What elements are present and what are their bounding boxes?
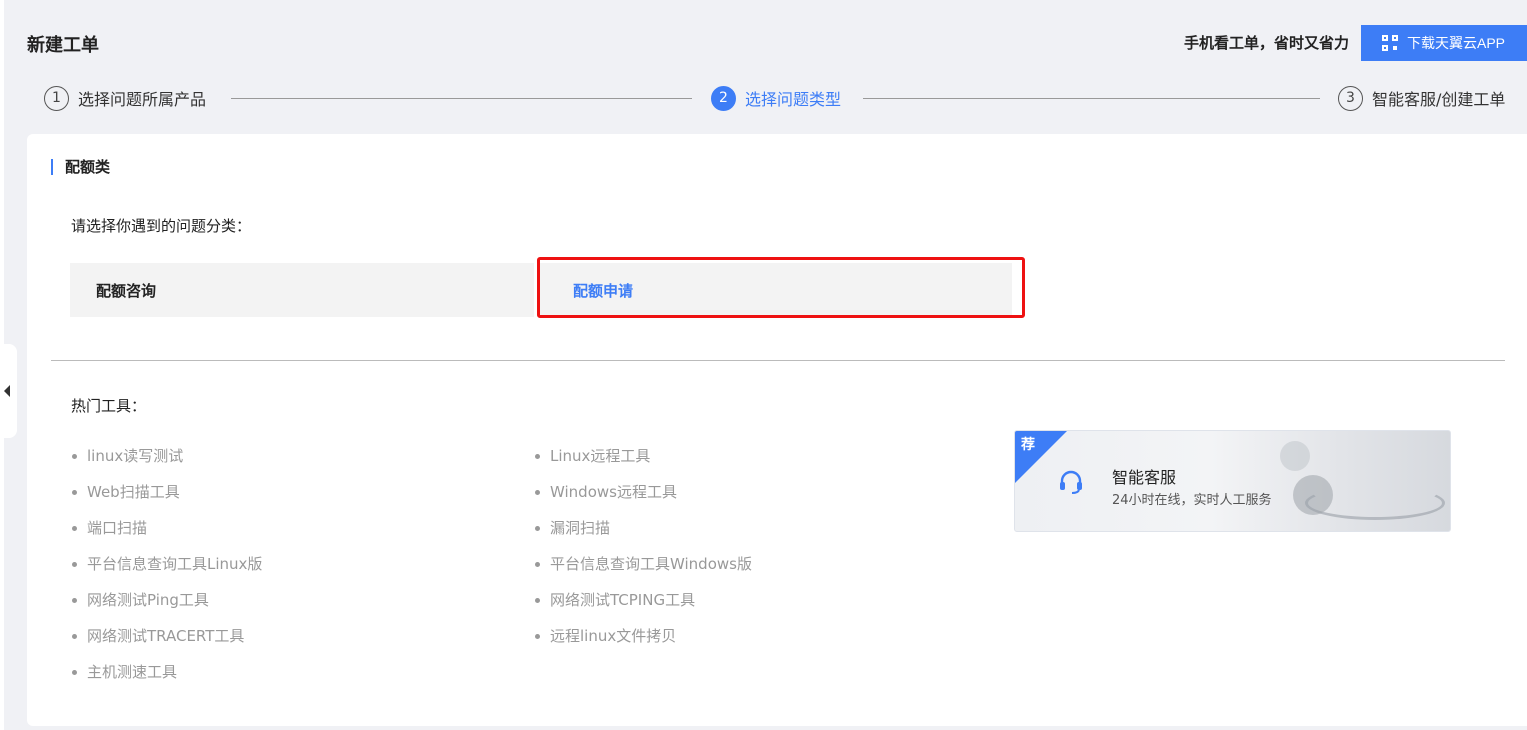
page-title: 新建工单 [27,35,99,56]
smart-service-card[interactable]: 荐 智能客服 24小时在线，实时人工服务 [1014,430,1451,532]
tools-list-left: linux读写测试 Web扫描工具 端口扫描 平台信息查询工具Linux版 网络… [72,438,262,690]
smart-service-title: 智能客服 [1112,468,1177,487]
step-1-label: 选择问题所属产品 [78,90,207,109]
step-connector-1 [231,98,692,99]
step-2-label: 选择问题类型 [745,90,842,109]
card-background-decoration [1305,486,1445,520]
recommend-badge-label: 荐 [1021,437,1035,453]
option-quota-apply[interactable]: 配额申请 [537,263,1012,317]
tool-link[interactable]: 端口扫描 [72,510,262,546]
tool-link[interactable]: 漏洞扫描 [535,510,752,546]
tool-link[interactable]: 网络测试TCPING工具 [535,582,752,618]
hot-tools-title: 热门工具： [71,397,147,415]
download-app-button[interactable]: 下载天翼云APP [1361,25,1527,61]
card-background-decoration [1280,441,1310,471]
tool-link[interactable]: 远程linux文件拷贝 [535,618,752,654]
download-app-label: 下载天翼云APP [1407,35,1506,51]
tool-link[interactable]: 网络测试Ping工具 [72,582,262,618]
step-3: 3 智能客服/创建工单 [1338,85,1505,111]
step-1-number: 1 [44,85,69,111]
caret-left-icon [3,385,10,397]
smart-service-subtitle: 24小时在线，实时人工服务 [1112,493,1272,508]
step-1[interactable]: 1 选择问题所属产品 [44,85,206,111]
step-connector-2 [863,98,1320,99]
tool-link[interactable]: Windows远程工具 [535,474,752,510]
option-quota-consult-label: 配额咨询 [96,281,157,300]
sidebar-collapse-handle[interactable] [0,344,17,438]
headset-icon [1060,470,1082,494]
tool-link[interactable]: 平台信息查询工具Windows版 [535,546,752,582]
tool-link[interactable]: Linux远程工具 [535,438,752,474]
content-panel: 配额类 请选择你遇到的问题分类： 配额咨询 配额申请 热门工具： linux读写… [27,134,1527,726]
tool-link[interactable]: 网络测试TRACERT工具 [72,618,262,654]
tool-link[interactable]: linux读写测试 [72,438,262,474]
option-quota-consult[interactable]: 配额咨询 [70,263,534,317]
step-3-label: 智能客服/创建工单 [1372,90,1506,109]
tools-list-right: Linux远程工具 Windows远程工具 漏洞扫描 平台信息查询工具Windo… [535,438,752,654]
tool-link[interactable]: 平台信息查询工具Linux版 [72,546,262,582]
promo-text: 手机看工单，省时又省力 [1183,34,1349,52]
qr-code-icon [1382,35,1398,51]
category-prompt: 请选择你遇到的问题分类： [71,217,252,235]
step-3-number: 3 [1338,85,1363,111]
divider [51,360,1505,361]
option-quota-apply-label: 配额申请 [573,281,634,300]
step-2: 2 选择问题类型 [711,85,841,111]
tool-link[interactable]: 主机测速工具 [72,654,262,690]
section-title: 配额类 [51,156,110,177]
step-progress: 1 选择问题所属产品 2 选择问题类型 3 智能客服/创建工单 [44,85,1527,111]
step-2-number: 2 [711,85,736,111]
tool-link[interactable]: Web扫描工具 [72,474,262,510]
